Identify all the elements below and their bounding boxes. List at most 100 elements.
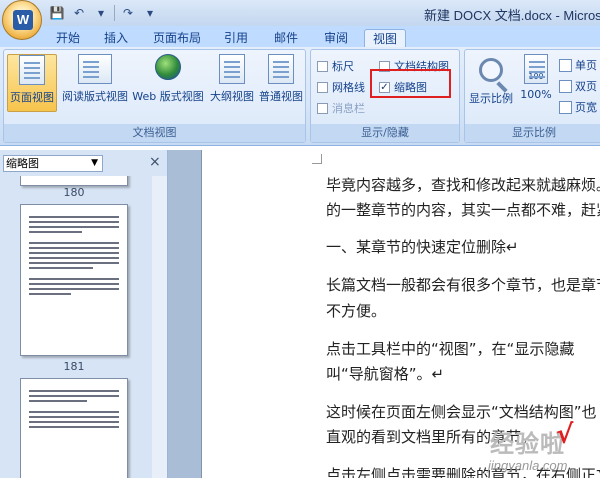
thumb-line: [29, 293, 72, 295]
watermark-text: 经验啦: [490, 431, 565, 458]
tab-page-layout[interactable]: 页面布局: [146, 29, 208, 47]
page-thumbnail[interactable]: [20, 378, 128, 478]
full-screen-reading-button[interactable]: 阅读版式视图: [59, 54, 131, 112]
tab-home[interactable]: 开始: [48, 29, 88, 47]
ribbon-tabs: 开始 插入 页面布局 引用 邮件 审阅 视图: [0, 26, 600, 47]
magnifier-icon-wrap: [467, 54, 515, 90]
highlight-box: [370, 69, 451, 98]
thumb-line: [29, 247, 119, 249]
full-screen-reading-icon: [78, 54, 112, 84]
thumb-line: [29, 216, 119, 218]
thumb-line: [29, 257, 119, 259]
ruler-checkbox[interactable]: 标尺: [317, 58, 354, 74]
message-bar-checkbox-box: [317, 102, 328, 114]
thumb-line: [29, 421, 119, 423]
zoom-100-button[interactable]: 100 100%: [517, 54, 555, 112]
print-layout-icon: [19, 55, 45, 85]
thumb-line: [29, 288, 119, 290]
margin-mark: [312, 154, 322, 164]
ribbon: 页面视图 阅读版式视图 Web 版式视图 大纲视图 普通视图 文档视图 标尺 网…: [0, 47, 600, 146]
nav-pane-select-value: 缩略图: [6, 157, 39, 170]
page-width-icon: [559, 100, 572, 114]
draft-button[interactable]: 普通视图: [257, 54, 305, 112]
title-bar: 💾 ↶ ▾ ↷ ▾ 新建 DOCX 文档.docx - Microsoft: [0, 0, 600, 26]
two-pages-icon: [559, 79, 572, 93]
message-bar-label: 消息栏: [332, 102, 365, 115]
draft-icon: [268, 54, 294, 84]
thumbnail-list[interactable]: 180 181: [0, 176, 167, 478]
draft-label: 普通视图: [259, 90, 303, 103]
watermark-url: jingyanla.com: [488, 458, 568, 473]
close-icon[interactable]: ×: [149, 154, 161, 170]
thumb-spacer: [21, 402, 127, 408]
zoom-100-label: 100%: [520, 88, 552, 101]
paragraph[interactable]: 一、某章节的快速定位删除↵: [326, 236, 519, 257]
message-bar-checkbox[interactable]: 消息栏: [317, 100, 365, 116]
tab-mailings[interactable]: 邮件: [266, 29, 306, 47]
page-width-button[interactable]: 页宽: [559, 99, 597, 115]
print-layout-button[interactable]: 页面视图: [7, 54, 57, 112]
watermark-check-icon: √: [556, 420, 574, 450]
thumb-line: [29, 262, 119, 264]
gridlines-checkbox[interactable]: 网格线: [317, 79, 365, 95]
nav-pane-scrollbar[interactable]: [152, 176, 167, 478]
redo-icon[interactable]: ↷: [119, 4, 137, 22]
two-pages-label: 双页: [575, 80, 597, 93]
thumb-line: [29, 395, 119, 397]
page-number: 181: [63, 360, 85, 373]
full-screen-reading-label: 阅读版式视图: [62, 90, 128, 103]
gridlines-checkbox-box: [317, 81, 328, 93]
web-layout-button[interactable]: Web 版式视图: [131, 54, 205, 112]
tab-insert[interactable]: 插入: [96, 29, 136, 47]
ruler-label: 标尺: [332, 60, 354, 73]
tab-view[interactable]: 视图: [364, 29, 406, 47]
outline-icon: [219, 54, 245, 84]
thumb-line: [29, 411, 119, 413]
page-100-icon: 100: [524, 54, 548, 84]
paragraph[interactable]: 点击工具栏中的“视图”，在“显示隐藏: [326, 338, 574, 359]
office-logo-icon: W: [13, 10, 33, 30]
paragraph[interactable]: 叫“导航窗格”。↵: [326, 363, 444, 384]
one-page-icon: [559, 58, 572, 72]
group-label-zoom: 显示比例: [465, 124, 600, 142]
group-label-show-hide: 显示/隐藏: [311, 124, 459, 142]
page-thumbnail[interactable]: [20, 204, 128, 356]
office-button[interactable]: W: [2, 0, 42, 40]
undo-icon[interactable]: ↶: [70, 4, 88, 22]
group-label-document-views: 文档视图: [4, 124, 305, 142]
thumb-line: [29, 242, 119, 244]
quick-access-toolbar: 💾 ↶ ▾ ↷ ▾: [48, 3, 159, 23]
magnifier-icon: [479, 58, 503, 82]
customize-qat-icon[interactable]: ▾: [141, 4, 159, 22]
tab-review[interactable]: 审阅: [316, 29, 356, 47]
save-icon[interactable]: 💾: [48, 4, 66, 22]
thumb-line: [29, 221, 119, 223]
undo-dropdown-icon[interactable]: ▾: [92, 4, 110, 22]
chevron-down-icon: ▼: [91, 158, 98, 168]
thumb-spacer: [21, 269, 127, 275]
thumb-line: [29, 226, 119, 228]
tab-references[interactable]: 引用: [216, 29, 256, 47]
outline-button[interactable]: 大纲视图: [207, 54, 257, 112]
navigation-pane: 缩略图 ▼ × 180 181: [0, 150, 168, 478]
qat-separator: [114, 5, 115, 21]
paragraph[interactable]: 长篇文档一般都会有很多个章节，也是章节: [326, 274, 600, 295]
outline-label: 大纲视图: [210, 90, 254, 103]
two-pages-button[interactable]: 双页: [559, 78, 597, 94]
page-thumbnail[interactable]: [20, 176, 128, 186]
paragraph[interactable]: 这时候在页面左侧会显示“文档结构图”也: [326, 401, 597, 422]
gridlines-label: 网格线: [332, 81, 365, 94]
one-page-label: 单页: [575, 59, 597, 72]
zoom-label: 显示比例: [469, 92, 513, 105]
zoom-button[interactable]: 显示比例: [467, 54, 515, 112]
print-layout-label: 页面视图: [10, 91, 54, 104]
thumb-line: [29, 278, 119, 280]
one-page-button[interactable]: 单页: [559, 57, 597, 73]
paragraph[interactable]: 不方便。: [326, 300, 386, 321]
web-layout-label: Web 版式视图: [132, 90, 204, 103]
thumb-line: [29, 252, 119, 254]
nav-pane-select[interactable]: 缩略图 ▼: [3, 155, 103, 172]
paragraph[interactable]: 的一整章节的内容，其实一点都不难，赶紧: [326, 199, 600, 220]
window-title: 新建 DOCX 文档.docx - Microsoft: [424, 8, 600, 23]
paragraph[interactable]: 毕竟内容越多，查找和修改起来就越麻烦。: [326, 174, 600, 195]
